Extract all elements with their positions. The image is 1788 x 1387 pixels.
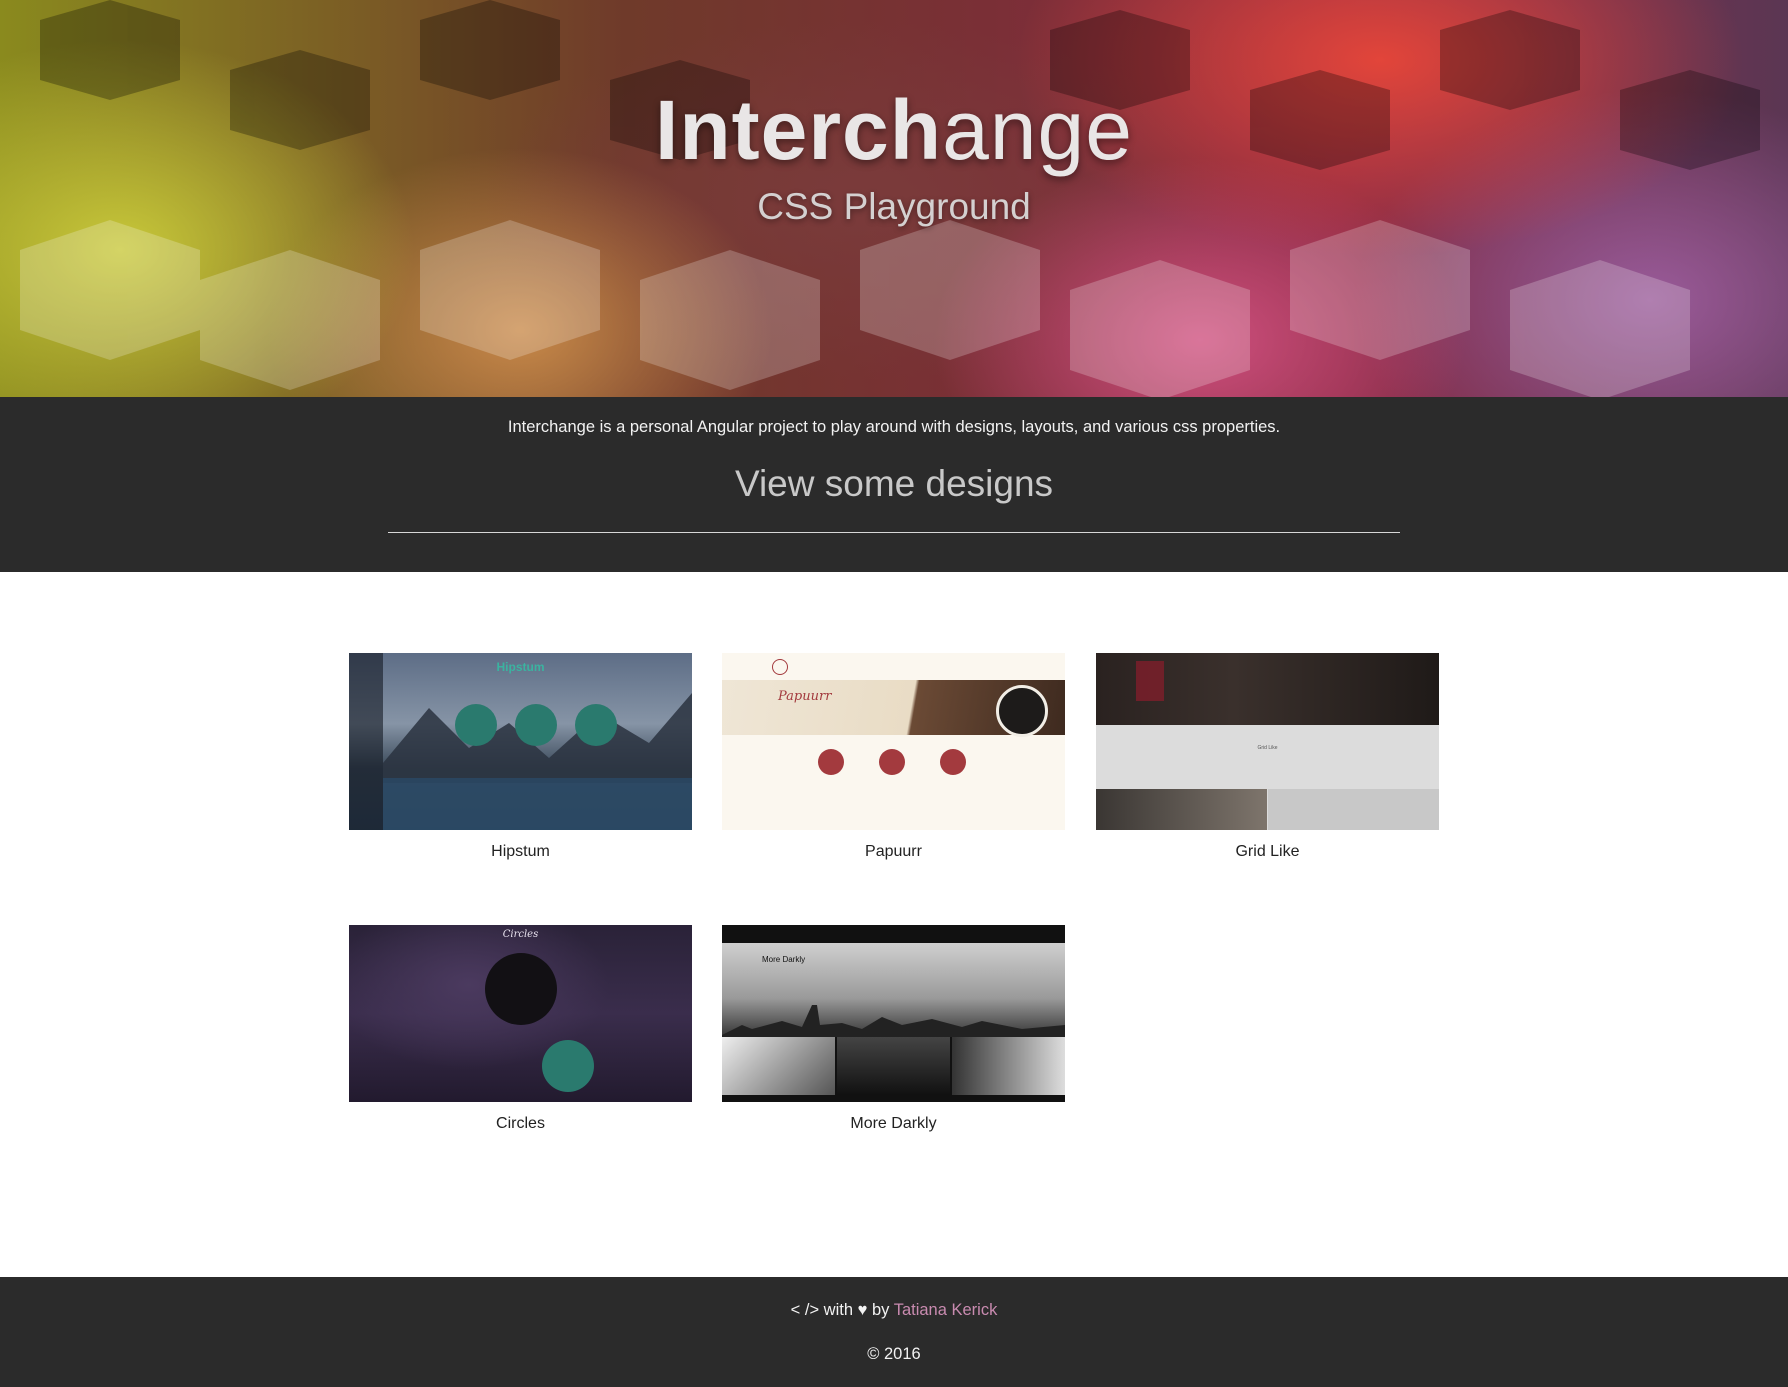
coffee-cup-icon xyxy=(996,685,1048,737)
laptop-image xyxy=(1096,789,1267,830)
design-card-grid-like[interactable]: Grid Like Grid Like xyxy=(1096,653,1439,861)
project-description: Interchange is a personal Angular projec… xyxy=(507,418,1281,436)
glasses-icon xyxy=(455,704,497,746)
thumb-title: Hipstum xyxy=(496,660,545,674)
cup-icon xyxy=(879,749,905,775)
page-title: Interchange xyxy=(0,82,1788,179)
hero-banner: Interchange CSS Playground xyxy=(0,0,1788,397)
design-label[interactable]: More Darkly xyxy=(722,1115,1065,1133)
heart-icon: ♥ xyxy=(857,1301,868,1319)
design-thumbnail-circles[interactable]: Circles xyxy=(349,925,692,1102)
author-link[interactable]: Tatiana Kerick xyxy=(894,1301,998,1319)
footer: < /> with ♥ by Tatiana Kerick © 2016 xyxy=(0,1277,1788,1387)
thumb-title: More Darkly xyxy=(762,955,806,964)
grid-photo-3 xyxy=(952,1037,1065,1095)
design-card-circles[interactable]: Circles Circles xyxy=(349,925,692,1133)
design-label[interactable]: Grid Like xyxy=(1096,843,1439,861)
sneaker-icon xyxy=(940,749,966,775)
by-text: by xyxy=(867,1301,894,1319)
copyright: © 2016 xyxy=(867,1345,921,1363)
page-subtitle: CSS Playground xyxy=(757,186,1031,227)
circle-panel xyxy=(485,953,557,1025)
design-label[interactable]: Papuurr xyxy=(722,843,1065,861)
title-bold-part: Interch xyxy=(655,83,943,177)
thumb-title: Grid Like xyxy=(1257,745,1278,751)
design-card-papuurr[interactable]: Papuurr Papuurr xyxy=(722,653,1065,861)
section-heading: View some designs xyxy=(734,463,1054,504)
coffee-cup-icon xyxy=(515,704,557,746)
glasses-icon xyxy=(818,749,844,775)
design-card-hipstum[interactable]: Hipstum Hipstum xyxy=(349,653,692,861)
mountain-graphic xyxy=(383,693,692,830)
glasses-icon xyxy=(542,1040,594,1092)
design-thumbnail-more-darkly[interactable]: More Darkly xyxy=(722,925,1065,1102)
grid-photo-2 xyxy=(837,1037,950,1095)
drink-glass-icon xyxy=(1136,661,1164,701)
sneaker-icon xyxy=(575,704,617,746)
design-thumbnail-hipstum[interactable]: Hipstum xyxy=(349,653,692,830)
thumb-title: Papuurr xyxy=(778,689,832,704)
design-label[interactable]: Hipstum xyxy=(349,843,692,861)
logo-icon xyxy=(772,659,788,675)
divider xyxy=(388,532,1400,533)
design-thumbnail-grid-like[interactable]: Grid Like xyxy=(1096,653,1439,830)
design-gallery: Hipstum Hipstum Papuurr Papuurr Grid Lik… xyxy=(0,572,1788,1275)
title-light-part: ange xyxy=(942,83,1133,177)
with-text: with xyxy=(819,1301,858,1319)
intro-band: Interchange is a personal Angular projec… xyxy=(0,397,1788,572)
grid-photo-1 xyxy=(722,1037,835,1095)
design-thumbnail-papuurr[interactable]: Papuurr xyxy=(722,653,1065,830)
credit-line: < /> with ♥ by Tatiana Kerick xyxy=(0,1301,1788,1320)
code-icon: < /> xyxy=(790,1301,820,1319)
design-card-more-darkly[interactable]: More Darkly More Darkly xyxy=(722,925,1065,1133)
design-label[interactable]: Circles xyxy=(349,1115,692,1133)
grid-cell xyxy=(1268,789,1439,830)
thumb-title: Circles xyxy=(502,929,539,940)
